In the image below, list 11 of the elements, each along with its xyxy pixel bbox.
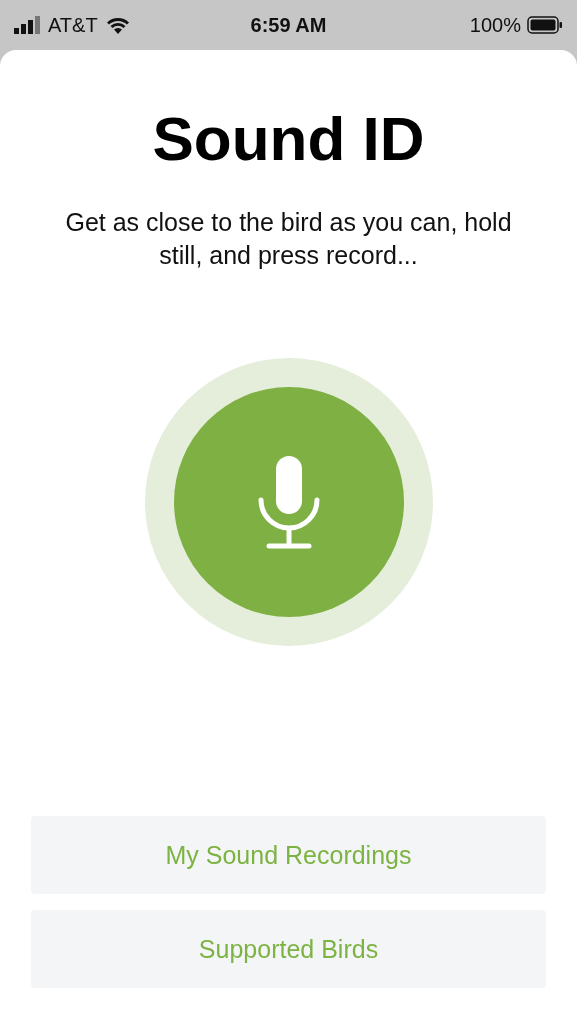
clock: 6:59 AM: [250, 13, 327, 37]
menu-button[interactable]: My Sound Recordings: [31, 816, 546, 894]
instructions: Get as close to the bird as you can, hold still, and press record...: [64, 207, 513, 271]
signal-icon: [14, 16, 40, 34]
wifi-icon: [105, 16, 130, 34]
microphone-icon: [256, 454, 321, 550]
battery-icon: [527, 16, 563, 34]
menu-button[interactable]: Supported Birds: [31, 910, 546, 988]
carrier: AT&T: [48, 13, 98, 37]
battery-percent: 100%: [469, 13, 521, 37]
title: Sound ID: [152, 108, 425, 170]
